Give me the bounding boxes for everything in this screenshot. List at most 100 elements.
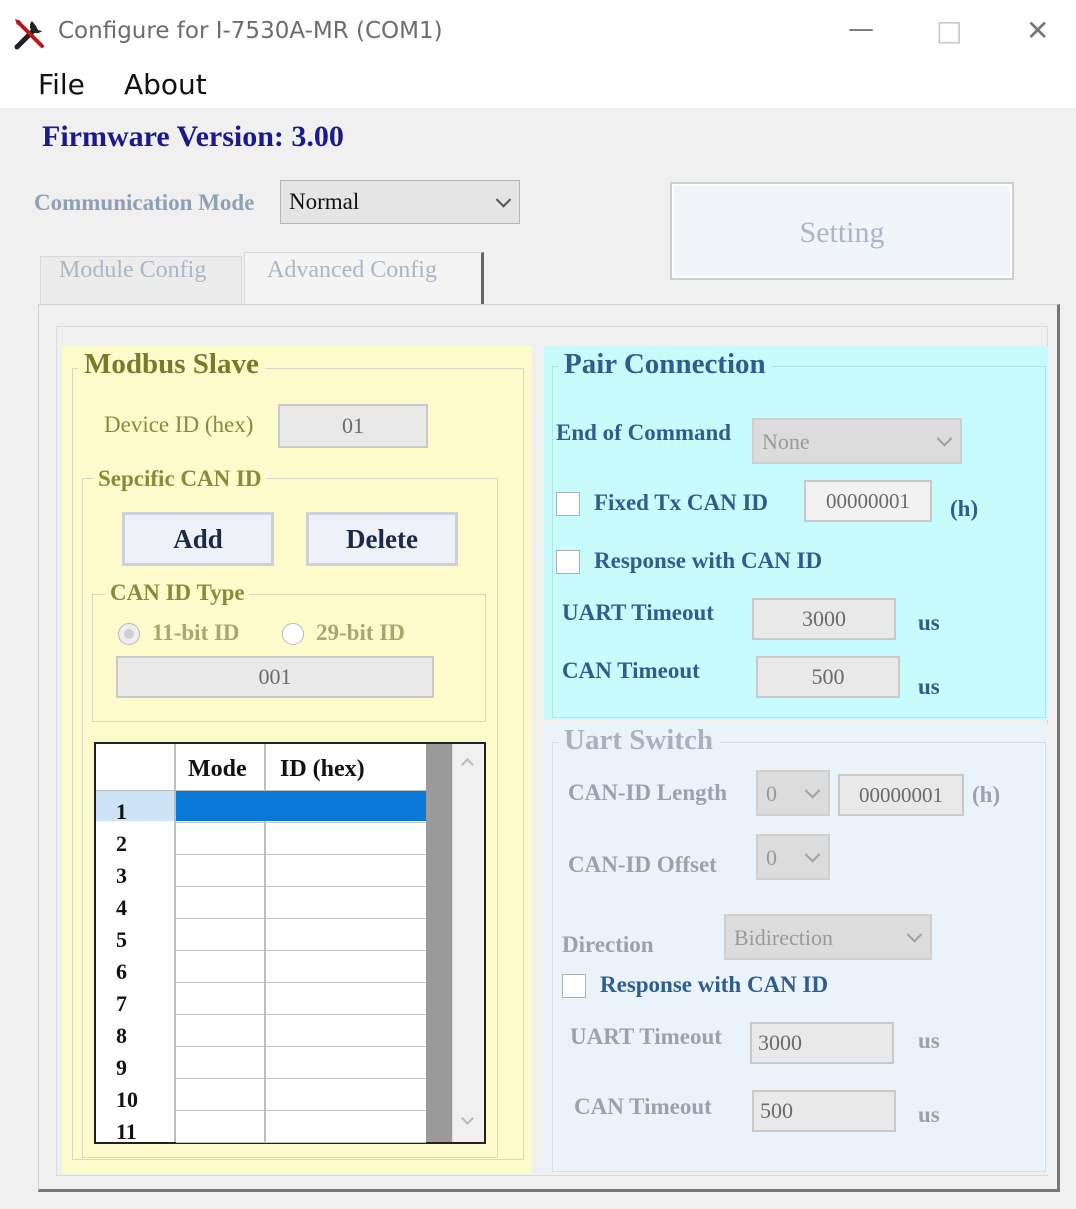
row-divider xyxy=(176,1046,426,1047)
column-header-mode: Mode xyxy=(188,756,247,782)
can-id-type-title: CAN ID Type xyxy=(106,580,249,606)
can-timeout-input[interactable]: 500 xyxy=(756,656,900,698)
response-can-id-checkbox[interactable] xyxy=(556,550,580,574)
firmware-version: Firmware Version: 3.00 xyxy=(42,120,344,153)
can-timeout-label: CAN Timeout xyxy=(562,658,700,683)
row-header[interactable]: 4 xyxy=(116,895,127,921)
end-of-command-label: End of Command xyxy=(556,420,732,445)
can-id-offset-label: CAN-ID Offset xyxy=(568,852,717,877)
row-divider xyxy=(176,982,426,983)
direction-value: Bidirection xyxy=(734,925,833,950)
tab-label: Advanced Config xyxy=(267,257,437,283)
scroll-down-icon[interactable] xyxy=(461,1112,474,1125)
uart-switch-uart-timeout-label: UART Timeout xyxy=(570,1024,722,1049)
radio-11-bit[interactable] xyxy=(118,623,140,645)
end-of-command-value: None xyxy=(762,429,810,454)
row-divider xyxy=(176,886,426,887)
fixed-tx-label: Fixed Tx CAN ID xyxy=(594,490,769,515)
row-divider xyxy=(176,1142,426,1143)
radio-29-bit-label: 29-bit ID xyxy=(316,620,405,645)
menu-file[interactable]: File xyxy=(38,68,85,101)
row-divider xyxy=(176,822,426,823)
device-id-input[interactable]: 01 xyxy=(278,404,428,448)
uart-switch-can-timeout-input[interactable]: 500 xyxy=(752,1090,896,1132)
row-divider xyxy=(176,1078,426,1079)
setting-button-label: Setting xyxy=(799,216,885,249)
scroll-up-icon[interactable] xyxy=(461,758,474,771)
can-id-length-select[interactable]: 0 xyxy=(756,770,830,816)
uart-switch-uart-timeout-unit: us xyxy=(918,1028,940,1053)
fixed-tx-input[interactable]: 00000001 xyxy=(804,480,932,522)
close-button[interactable]: ✕ xyxy=(1026,14,1049,47)
chevron-down-icon xyxy=(804,847,821,863)
can-id-offset-select[interactable]: 0 xyxy=(756,834,830,880)
comm-mode-label: Communication Mode xyxy=(34,190,255,215)
comm-mode-value: Normal xyxy=(289,189,360,214)
tab-label: Module Config xyxy=(59,257,207,283)
uart-timeout-label: UART Timeout xyxy=(562,600,714,625)
radio-11-bit-label: 11-bit ID xyxy=(152,620,240,645)
fixed-tx-unit: (h) xyxy=(950,496,979,521)
uart-timeout-input[interactable]: 3000 xyxy=(752,598,896,640)
chevron-down-icon xyxy=(906,927,923,943)
add-button[interactable]: Add xyxy=(122,512,274,566)
row-header[interactable]: 10 xyxy=(116,1087,138,1113)
direction-label: Direction xyxy=(562,932,654,957)
row-header[interactable]: 2 xyxy=(116,831,127,857)
can-id-length-value: 0 xyxy=(766,781,777,806)
fixed-tx-checkbox[interactable] xyxy=(556,492,580,516)
can-id-length-label: CAN-ID Length xyxy=(568,780,728,805)
radio-29-bit[interactable] xyxy=(282,623,304,645)
row-header[interactable]: 8 xyxy=(116,1023,127,1049)
uart-timeout-unit: us xyxy=(918,610,940,635)
uart-response-can-id-label: Response with CAN ID xyxy=(600,972,829,997)
maximize-button[interactable]: □ xyxy=(936,14,962,47)
column-header-id: ID (hex) xyxy=(280,756,365,782)
can-id-length-unit: (h) xyxy=(972,782,1001,807)
chevron-down-icon xyxy=(495,192,512,208)
row-header[interactable]: 11 xyxy=(116,1119,137,1145)
scroll-track[interactable] xyxy=(452,744,484,1142)
window-title: Configure for I-7530A-MR (COM1) xyxy=(58,18,443,44)
uart-switch-uart-timeout-input[interactable]: 3000 xyxy=(750,1022,894,1064)
row-header[interactable]: 3 xyxy=(116,863,127,889)
uart-switch-can-timeout-unit: us xyxy=(918,1102,940,1127)
row-header[interactable]: 5 xyxy=(116,927,127,953)
minimize-button[interactable]: — xyxy=(848,14,874,44)
chevron-down-icon xyxy=(804,783,821,799)
device-id-label: Device ID (hex) xyxy=(104,412,254,437)
delete-button[interactable]: Delete xyxy=(306,512,458,566)
direction-select[interactable]: Bidirection xyxy=(724,914,932,960)
setting-button[interactable]: Setting xyxy=(670,182,1014,280)
row-header[interactable]: 1 xyxy=(116,799,127,825)
specific-can-id-title: Sepcific CAN ID xyxy=(94,466,266,492)
can-id-input[interactable]: 001 xyxy=(116,656,434,698)
end-of-command-select[interactable]: None xyxy=(752,418,962,464)
can-id-length-input[interactable]: 00000001 xyxy=(838,774,964,816)
row-header[interactable]: 9 xyxy=(116,1055,127,1081)
tab-advanced-config[interactable]: Advanced Config xyxy=(244,252,484,306)
menu-about[interactable]: About xyxy=(124,68,207,101)
can-id-table: Mode ID (hex) 1 2 3 4 5 6 7 8 9 10 11 xyxy=(94,742,486,1144)
row-divider xyxy=(176,854,426,855)
can-timeout-unit: us xyxy=(918,674,940,699)
row-header[interactable]: 6 xyxy=(116,959,127,985)
modbus-slave-title: Modbus Slave xyxy=(78,348,265,381)
uart-switch-can-timeout-label: CAN Timeout xyxy=(574,1094,712,1119)
table-scrollbar[interactable] xyxy=(426,744,452,1142)
tab-module-config[interactable]: Module Config xyxy=(40,256,242,304)
row-divider xyxy=(176,1014,426,1015)
uart-response-can-id-checkbox[interactable] xyxy=(562,974,586,998)
can-id-offset-value: 0 xyxy=(766,845,777,870)
row-divider xyxy=(176,950,426,951)
pair-connection-title: Pair Connection xyxy=(558,348,772,381)
chevron-down-icon xyxy=(936,431,953,447)
row-divider xyxy=(176,1110,426,1111)
selected-row-cells[interactable] xyxy=(176,791,426,821)
row-divider xyxy=(176,918,426,919)
row-header[interactable]: 7 xyxy=(116,991,127,1017)
response-can-id-label: Response with CAN ID xyxy=(594,548,823,573)
uart-switch-title: Uart Switch xyxy=(558,724,720,757)
tools-icon xyxy=(12,16,48,52)
comm-mode-select[interactable]: Normal xyxy=(280,180,520,224)
